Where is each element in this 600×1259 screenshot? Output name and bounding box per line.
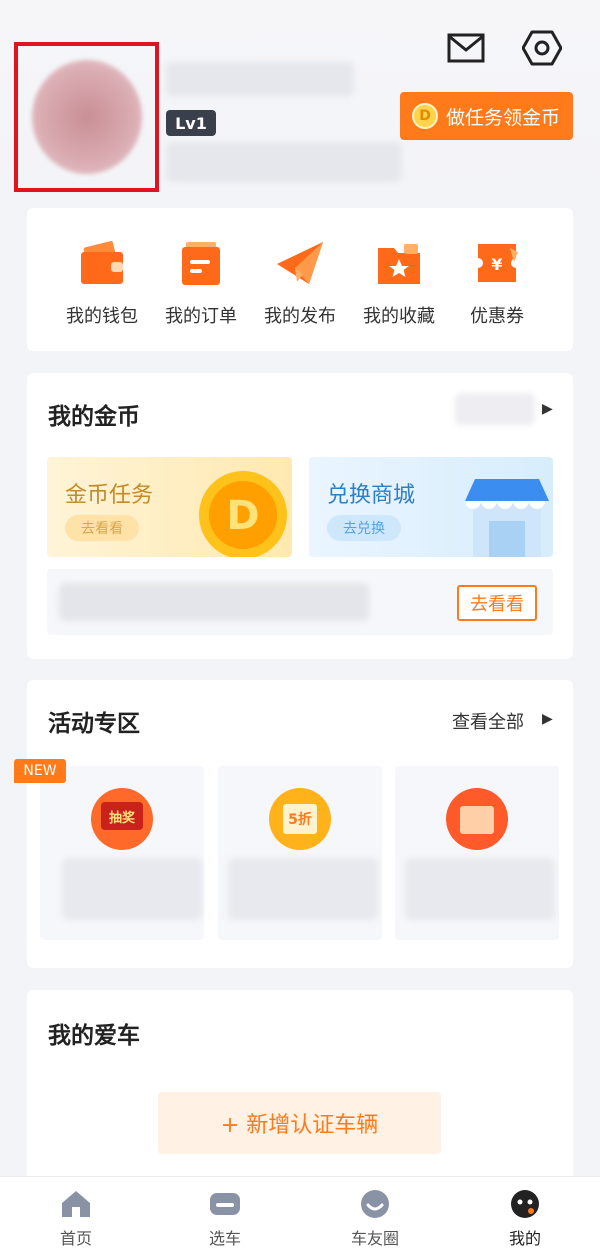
activity-tile-lottery[interactable]: 抽奖 xyxy=(40,766,204,940)
shortcut-publish[interactable]: 我的发布 xyxy=(255,238,345,328)
paper-plane-icon xyxy=(275,238,325,288)
smile-icon xyxy=(361,1190,389,1218)
star-folder-icon xyxy=(374,238,424,288)
tile-text-blurred xyxy=(228,858,378,920)
tile-text-blurred xyxy=(405,858,555,920)
envelope-icon-inner xyxy=(460,806,494,834)
bottom-tab-bar: 首页 选车 车友圈 我的 xyxy=(0,1176,600,1259)
avatar[interactable] xyxy=(32,60,142,174)
avatar-highlight-frame xyxy=(14,42,159,192)
coin-tasks-pill: 去看看 xyxy=(65,515,139,541)
profile-icon xyxy=(511,1190,539,1218)
tab-label: 车友圈 xyxy=(350,1229,399,1248)
my-car-title: 我的爱车 xyxy=(48,1023,140,1049)
tab-mine[interactable]: 我的 xyxy=(485,1189,565,1249)
red-envelope-icon xyxy=(446,788,508,850)
tab-label: 选车 xyxy=(208,1229,241,1248)
activity-tile-discount[interactable]: 5折 xyxy=(218,766,382,940)
mail-button[interactable] xyxy=(446,28,486,68)
store-icon xyxy=(465,479,549,557)
tab-select-car[interactable]: 选车 xyxy=(185,1189,265,1249)
gear-icon xyxy=(522,30,562,66)
chevron-right-icon[interactable]: ▶ xyxy=(542,711,553,727)
add-vehicle-button[interactable]: + 新增认证车辆 xyxy=(158,1092,441,1154)
tab-label: 我的 xyxy=(508,1229,541,1248)
earn-coins-label: 做任务领金币 xyxy=(446,106,561,129)
shortcut-orders[interactable]: 我的订单 xyxy=(156,238,246,328)
svg-text:D: D xyxy=(226,493,259,539)
coin-icon: D xyxy=(412,103,438,129)
tile-text-blurred xyxy=(62,858,202,920)
shortcut-wallet[interactable]: 我的钱包 xyxy=(57,238,147,328)
coin-notice-bar: 去看看 xyxy=(47,569,553,635)
user-info-blurred xyxy=(166,142,402,182)
discount-icon-text: 5折 xyxy=(283,804,317,834)
coin-badge-icon: D xyxy=(199,471,287,557)
activity-card: 活动专区 查看全部 ▶ NEW 抽奖 5折 xyxy=(14,680,573,968)
shortcut-label: 我的钱包 xyxy=(66,306,138,327)
exchange-mall-pill: 去兑换 xyxy=(327,515,401,541)
coin-tasks-title: 金币任务 xyxy=(65,483,154,508)
settings-button[interactable] xyxy=(522,28,562,68)
tab-community[interactable]: 车友圈 xyxy=(335,1189,415,1249)
chevron-right-icon[interactable]: ▶ xyxy=(542,401,553,417)
profile-header: Lv1 D 做任务领金币 xyxy=(0,0,600,200)
shortcut-label: 我的发布 xyxy=(264,306,336,327)
car-icon xyxy=(210,1193,240,1215)
mail-icon xyxy=(447,33,485,63)
lottery-icon: 抽奖 xyxy=(91,788,153,850)
level-badge: Lv1 xyxy=(166,110,216,136)
my-car-card: 我的爱车 + 新增认证车辆 xyxy=(27,990,573,1190)
order-icon xyxy=(176,238,226,288)
coins-card: 我的金币 ▶ 金币任务 去看看 D 兑换商城 去兑换 去看看 xyxy=(27,373,573,659)
exchange-mall-promo[interactable]: 兑换商城 去兑换 xyxy=(309,457,553,557)
activity-title: 活动专区 xyxy=(48,711,140,737)
tab-home[interactable]: 首页 xyxy=(36,1189,116,1249)
shortcut-favorites[interactable]: 我的收藏 xyxy=(354,238,444,328)
home-icon xyxy=(62,1191,90,1217)
coin-notice-blurred xyxy=(59,583,369,621)
coin-balance-blurred[interactable] xyxy=(455,393,535,425)
shortcut-label: 我的订单 xyxy=(165,306,237,327)
activity-tile-red-envelope[interactable] xyxy=(395,766,559,940)
coin-tasks-promo[interactable]: 金币任务 去看看 D xyxy=(47,457,292,557)
view-all-link[interactable]: 查看全部 xyxy=(452,708,524,734)
shortcut-label: 我的收藏 xyxy=(363,306,435,327)
svg-text:¥: ¥ xyxy=(491,255,502,274)
lottery-icon-text: 抽奖 xyxy=(101,802,143,830)
discount-icon: 5折 xyxy=(269,788,331,850)
shortcut-label: 优惠券 xyxy=(470,306,524,327)
go-see-button[interactable]: 去看看 xyxy=(457,585,537,621)
wallet-icon xyxy=(77,238,127,288)
shortcut-coupons[interactable]: ¥ 优惠券 xyxy=(452,238,542,328)
shortcuts-card: 我的钱包 我的订单 我的发布 我的收藏 ¥ 优惠券 xyxy=(27,208,573,351)
tab-label: 首页 xyxy=(59,1229,92,1248)
exchange-mall-title: 兑换商城 xyxy=(327,483,416,508)
username-blurred xyxy=(166,62,354,96)
earn-coins-button[interactable]: D 做任务领金币 xyxy=(400,92,573,140)
coupon-icon: ¥ xyxy=(472,238,522,288)
new-tag: NEW xyxy=(14,759,66,783)
coins-title: 我的金币 xyxy=(48,404,140,430)
